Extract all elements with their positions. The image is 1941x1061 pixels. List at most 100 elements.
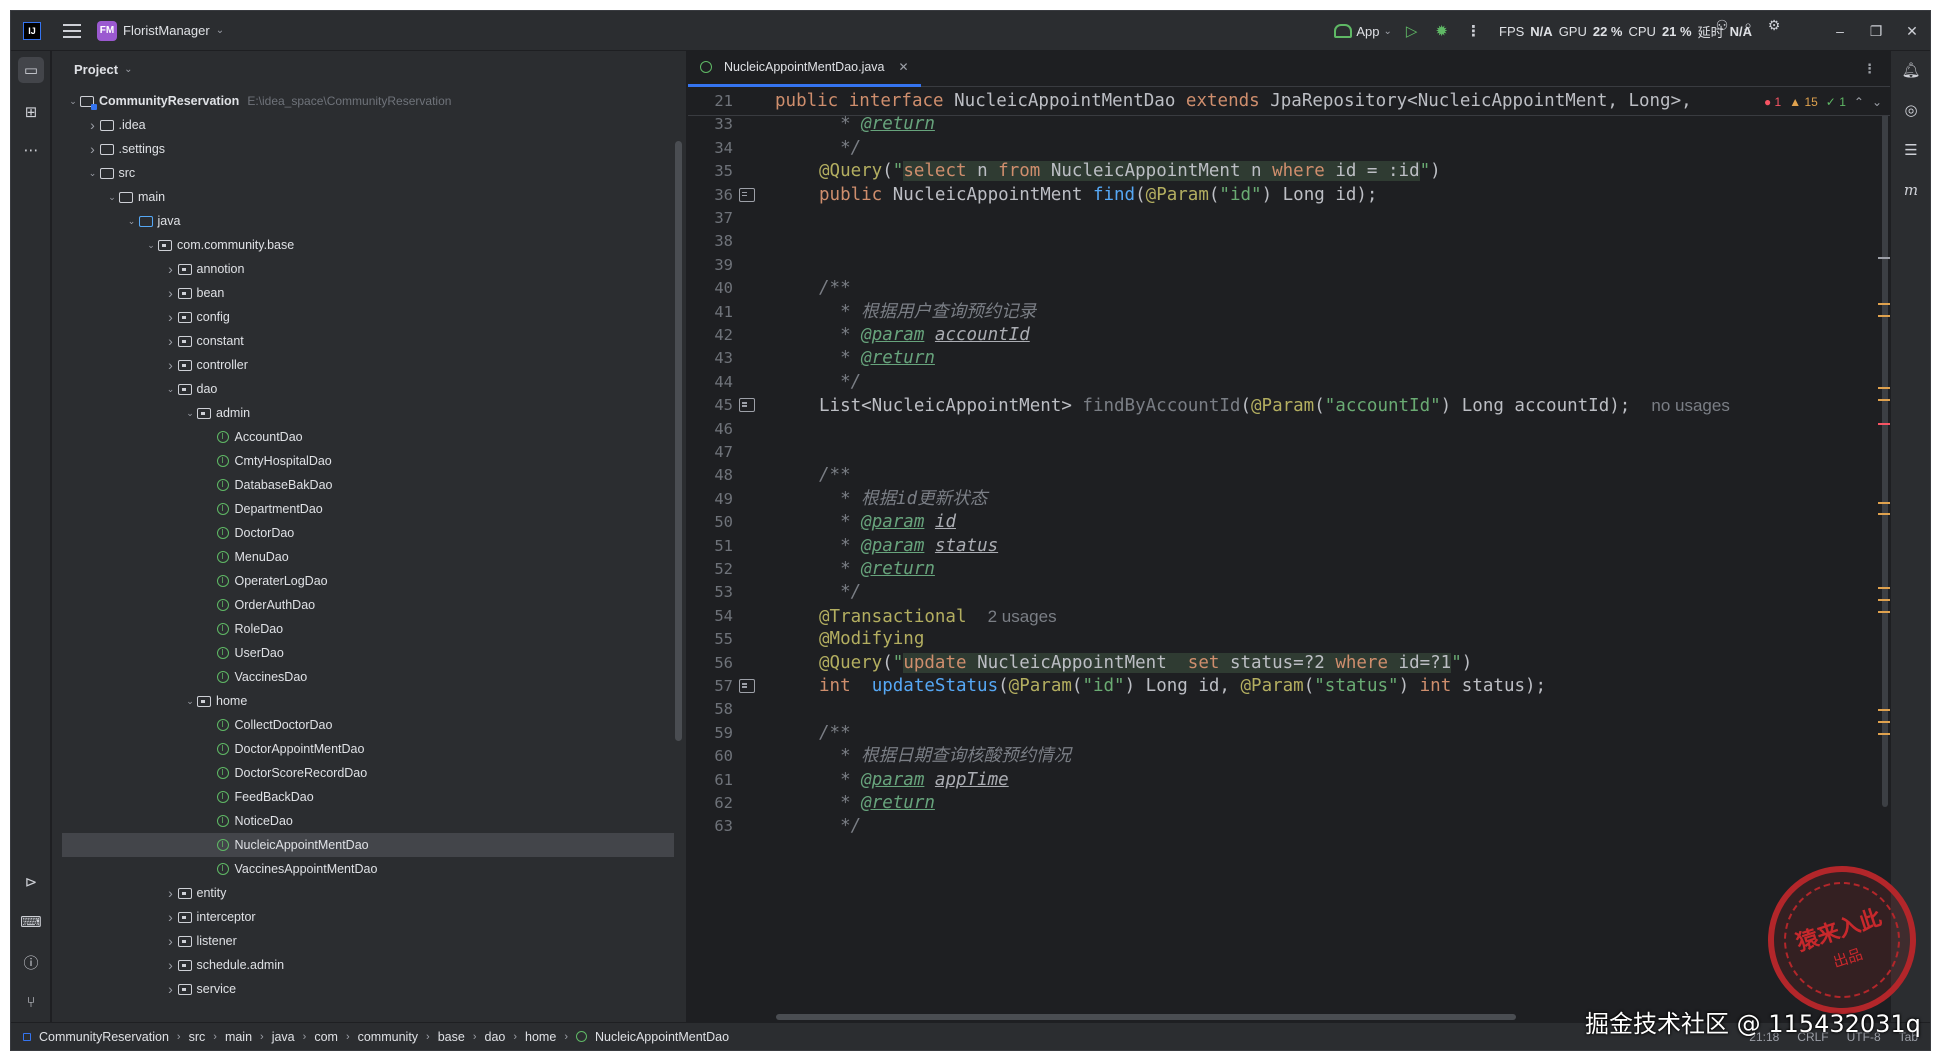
chevron-right-icon[interactable]: ›	[164, 981, 178, 997]
tree-item[interactable]: › service	[52, 977, 674, 1001]
tree-item[interactable]: › interceptor	[52, 905, 674, 929]
code-line[interactable]: 63 */	[688, 812, 1890, 841]
chevron-down-icon[interactable]: ⌄	[164, 384, 178, 395]
sticky-header-line[interactable]: 21 public interface NucleicAppointMentDao…	[688, 87, 1890, 116]
chevron-right-icon[interactable]: ›	[164, 309, 178, 325]
more-tools-icon[interactable]: ⋯	[18, 137, 44, 163]
git-icon[interactable]: ⑂	[18, 989, 44, 1015]
tree-item[interactable]: › schedule.admin	[52, 953, 674, 977]
breadcrumb-item[interactable]: src	[189, 1030, 206, 1044]
tree-item[interactable]: ⌄ com.community.base	[52, 233, 674, 257]
chevron-down-icon[interactable]: ⌄	[183, 408, 197, 419]
account-icon[interactable]: ⚇	[1712, 17, 1732, 34]
tree-item[interactable]: I MenuDao	[52, 545, 674, 569]
settings-icon[interactable]: ⚙	[1764, 17, 1784, 34]
tree-item[interactable]: I DoctorAppointMentDao	[52, 737, 674, 761]
chevron-right-icon[interactable]: ›	[86, 141, 100, 157]
chevron-right-icon[interactable]: ›	[164, 885, 178, 901]
terminal-icon[interactable]: ⌨	[18, 909, 44, 935]
tree-item[interactable]: I DoctorScoreRecordDao	[52, 761, 674, 785]
chevron-right-icon[interactable]: ›	[164, 357, 178, 373]
chevron-right-icon[interactable]: ›	[164, 261, 178, 277]
chevron-down-icon[interactable]: ⌄	[125, 216, 139, 227]
implementation-gutter-icon[interactable]	[739, 187, 755, 202]
chevron-down-icon[interactable]: ⌄	[66, 96, 80, 107]
tree-item[interactable]: I FeedBackDao	[52, 785, 674, 809]
project-switcher[interactable]: FM FloristManager ⌄	[97, 20, 224, 41]
tree-item[interactable]: ⌄ main	[52, 185, 674, 209]
tree-item[interactable]: I VaccinesDao	[52, 665, 674, 689]
chevron-right-icon[interactable]: ›	[164, 333, 178, 349]
tree-item[interactable]: I CollectDoctorDao	[52, 713, 674, 737]
structure-icon[interactable]: ⊞	[18, 99, 44, 125]
close-icon[interactable]: ✕	[1894, 23, 1930, 40]
main-menu-icon[interactable]	[63, 23, 81, 38]
breadcrumb-item[interactable]: base	[438, 1030, 465, 1044]
services-icon[interactable]: ⊳	[18, 869, 44, 895]
chevron-right-icon[interactable]: ›	[164, 285, 178, 301]
tree-item[interactable]: I DatabaseBakDao	[52, 473, 674, 497]
tree-item[interactable]: ⌄ CommunityReservation E:\idea_space\Commu…	[52, 89, 674, 113]
breadcrumb-item[interactable]: NucleicAppointMentDao	[595, 1030, 729, 1044]
tree-item[interactable]: ⌄ admin	[52, 401, 674, 425]
database-icon[interactable]: ☰	[1898, 137, 1924, 163]
chevron-right-icon[interactable]: ›	[164, 933, 178, 949]
tree-item[interactable]: I NucleicAppointMentDao	[62, 833, 674, 857]
chevron-right-icon[interactable]: ›	[164, 957, 178, 973]
debug-icon[interactable]: ✹	[1435, 22, 1448, 40]
more-actions-icon[interactable]: ⋮	[1466, 22, 1481, 40]
breadcrumb-item[interactable]: main	[225, 1030, 252, 1044]
breadcrumb-item[interactable]: community	[358, 1030, 418, 1044]
maven-icon[interactable]: m	[1898, 177, 1924, 203]
implementation-gutter-icon[interactable]	[739, 398, 755, 413]
tree-item[interactable]: I AccountDao	[52, 425, 674, 449]
tree-item[interactable]: I CmtyHospitalDao	[52, 449, 674, 473]
tree-item[interactable]: I RoleDao	[52, 617, 674, 641]
minimize-icon[interactable]: –	[1822, 23, 1858, 39]
inspection-widget[interactable]: ● 1 ▲ 15 ✓ 1 ⌃ ⌄	[1764, 87, 1882, 116]
tree-item[interactable]: › annotion	[52, 257, 674, 281]
chevron-down-icon[interactable]: ⌄	[1872, 95, 1882, 109]
breadcrumb-item[interactable]: com	[314, 1030, 338, 1044]
ai-assistant-icon[interactable]: ◎	[1898, 97, 1924, 123]
editor-horizontal-scrollbar[interactable]	[776, 1014, 1516, 1020]
implementation-gutter-icon[interactable]	[739, 679, 755, 693]
project-panel-header[interactable]: Project ⌄	[52, 51, 686, 87]
tree-item[interactable]: I VaccinesAppointMentDao	[52, 857, 674, 881]
tree-item[interactable]: I OrderAuthDao	[52, 593, 674, 617]
tree-item[interactable]: › .idea	[52, 113, 674, 137]
project-folder-icon[interactable]: ▭	[18, 57, 44, 83]
tree-item[interactable]: ⌄ dao	[52, 377, 674, 401]
tree-item[interactable]: I UserDao	[52, 641, 674, 665]
chevron-down-icon[interactable]: ⌄	[183, 696, 197, 707]
chevron-down-icon[interactable]: ⌄	[86, 168, 100, 179]
breadcrumb-item[interactable]: CommunityReservation	[39, 1030, 169, 1044]
tree-item[interactable]: I NoticeDao	[52, 809, 674, 833]
tree-item[interactable]: › controller	[52, 353, 674, 377]
tree-item[interactable]: › listener	[52, 929, 674, 953]
problems-icon[interactable]: ⓘ	[18, 949, 44, 975]
code-area[interactable]: ● 1 ▲ 15 ✓ 1 ⌃ ⌄ 21 public interface Nuc…	[688, 87, 1890, 1022]
tree-item[interactable]: › .settings	[52, 137, 674, 161]
search-icon[interactable]: ⌕	[1738, 17, 1758, 34]
app-logo-icon[interactable]: IJ	[23, 21, 41, 40]
tab-options-icon[interactable]: ⋮	[1863, 61, 1876, 77]
tree-item[interactable]: I OperaterLogDao	[52, 569, 674, 593]
chevron-up-icon[interactable]: ⌃	[1854, 95, 1864, 109]
tree-item[interactable]: › constant	[52, 329, 674, 353]
chevron-down-icon[interactable]: ⌄	[105, 192, 119, 203]
tree-item[interactable]: › config	[52, 305, 674, 329]
restore-icon[interactable]: ❐	[1858, 23, 1894, 40]
close-tab-icon[interactable]: ✕	[899, 60, 909, 74]
notifications-icon[interactable]: 🔔︎	[1898, 57, 1924, 83]
breadcrumb-item[interactable]: dao	[485, 1030, 506, 1044]
chevron-right-icon[interactable]: ›	[86, 117, 100, 133]
breadcrumb-item[interactable]: home	[525, 1030, 556, 1044]
tree-item[interactable]: ⌄ java	[52, 209, 674, 233]
run-icon[interactable]: ▷	[1406, 22, 1418, 40]
breadcrumb-item[interactable]: java	[272, 1030, 295, 1044]
tree-item[interactable]: ⌄ src	[52, 161, 674, 185]
tree-item[interactable]: I DepartmentDao	[52, 497, 674, 521]
tree-item[interactable]: ⌄ home	[52, 689, 674, 713]
editor-tab[interactable]: NucleicAppointMentDao.java ✕	[688, 51, 921, 87]
